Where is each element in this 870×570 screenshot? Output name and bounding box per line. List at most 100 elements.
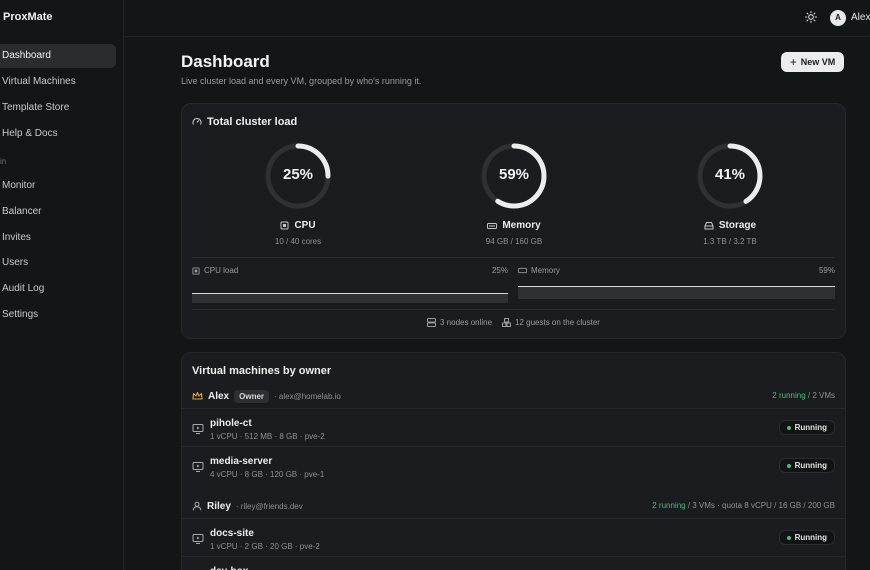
memory-sub: 94 GB / 160 GB	[485, 237, 543, 246]
storage-sub: 1.3 TB / 3.2 TB	[703, 237, 757, 246]
sidebar-item-invites[interactable]: Invites	[0, 226, 116, 250]
avatar[interactable]: A	[830, 10, 846, 26]
cpu-gauge-value: 25%	[282, 166, 314, 183]
storage-label: Storage	[670, 220, 790, 231]
sidebar-item-users[interactable]: Users	[0, 251, 116, 275]
owner-vm-count: / 2 VMs	[805, 391, 835, 400]
sidebar-item-dashboard[interactable]: Dashboard	[0, 44, 116, 68]
monitor-icon	[192, 423, 204, 435]
status-text: Running	[794, 533, 827, 542]
vm-row[interactable]: docs-site 1 vCPU · 2 GB · 20 GB · pve-2 …	[182, 518, 845, 556]
status-badge: Running	[778, 458, 835, 473]
nodes-online: 3 nodes online	[427, 318, 492, 327]
memory-load-label: Memory	[518, 266, 560, 275]
vms-by-owner-title: Virtual machines by owner	[192, 365, 332, 377]
owner-header: Alex Owner · alex@homelab.io 2 running /…	[192, 388, 835, 404]
brand-logo[interactable]: ProxMate	[3, 11, 53, 23]
sidebar-item-monitor[interactable]: Monitor	[0, 174, 116, 198]
memory-label: Memory	[454, 220, 574, 231]
cpu-load-text: CPU load	[204, 266, 239, 275]
sidebar-item-virtual-machines[interactable]: Virtual Machines	[0, 70, 116, 94]
owner-name: Alex	[208, 390, 230, 402]
cluster-load-title: Total cluster load	[207, 116, 298, 128]
status-dot-icon	[786, 535, 791, 540]
vm-row[interactable]: media-server 4 vCPU · 8 GB · 120 GB · pv…	[182, 446, 845, 484]
vm-name[interactable]: dev-box	[210, 566, 248, 570]
page-title: Dashboard	[181, 52, 270, 71]
plus-icon: +	[789, 55, 797, 69]
sidebar-item-settings[interactable]: Settings	[0, 303, 116, 327]
monitor-icon	[192, 461, 204, 473]
status-dot-icon	[786, 463, 791, 468]
server-icon	[427, 318, 436, 327]
cpu-icon	[280, 221, 289, 230]
cluster-load-card: Total cluster load 25% CPU 10 / 40 cores…	[181, 103, 846, 339]
vm-name[interactable]: pihole-ct	[210, 418, 252, 429]
cpu-load-sparkline	[192, 293, 508, 303]
vm-specs: 1 vCPU · 2 GB · 20 GB · pve-2	[210, 542, 320, 551]
divider	[192, 257, 835, 258]
gauge-icon	[192, 117, 202, 127]
guests-count-text: 12 guests on the cluster	[515, 318, 600, 327]
top-bar: A Alex	[124, 0, 870, 37]
cpu-icon	[192, 266, 200, 275]
divider	[192, 309, 835, 310]
vm-row[interactable]: dev-box	[182, 556, 845, 570]
cpu-sub: 10 / 40 cores	[274, 237, 322, 246]
owner-email: · riley@friends.dev	[235, 501, 303, 511]
memory-load-value: 59%	[818, 266, 835, 275]
vm-specs: 1 vCPU · 512 MB · 8 GB · pve-2	[210, 432, 325, 441]
owner-header: Riley · riley@friends.dev 2 running / 3 …	[192, 498, 835, 514]
boxes-icon	[502, 318, 511, 327]
storage-icon	[704, 221, 714, 230]
memory-load-text: Memory	[531, 266, 560, 275]
memory-load-sparkline	[518, 286, 835, 299]
status-text: Running	[794, 461, 827, 470]
memory-icon	[518, 267, 527, 274]
vm-row[interactable]: pihole-ct 1 vCPU · 512 MB · 8 GB · pve-2…	[182, 408, 845, 446]
sidebar-item-balancer[interactable]: Balancer	[0, 200, 116, 224]
sidebar: ProxMate Dashboard Virtual Machines Temp…	[0, 0, 124, 570]
status-dot-icon	[786, 425, 791, 430]
storage-gauge-value: 41%	[714, 166, 746, 183]
sun-icon[interactable]	[804, 10, 818, 24]
sidebar-group-admin: in	[0, 157, 7, 166]
sidebar-item-help-docs[interactable]: Help & Docs	[0, 122, 116, 146]
new-vm-button[interactable]: + New VM	[781, 52, 844, 72]
guests-count: 12 guests on the cluster	[502, 318, 600, 327]
memory-gauge: 59%	[480, 142, 548, 210]
vm-name[interactable]: docs-site	[210, 528, 254, 539]
cpu-load-label: CPU load	[192, 266, 238, 275]
cpu-load-value: 25%	[491, 266, 508, 275]
page-subtitle: Live cluster load and every VM, grouped …	[181, 76, 422, 86]
memory-label-text: Memory	[502, 220, 541, 231]
owner-name: Riley	[207, 500, 231, 512]
owner-email: · alex@homelab.io	[274, 391, 341, 401]
vm-specs: 4 vCPU · 8 GB · 120 GB · pve-1	[210, 470, 325, 479]
status-badge: Running	[778, 530, 835, 545]
vm-name[interactable]: media-server	[210, 456, 272, 467]
sidebar-item-template-store[interactable]: Template Store	[0, 96, 116, 120]
storage-gauge: 41%	[696, 142, 764, 210]
memory-gauge-value: 59%	[498, 166, 530, 183]
owner-stats: 2 running / 3 VMs · quota 8 vCPU / 16 GB…	[652, 501, 835, 510]
memory-icon	[487, 222, 498, 230]
monitor-icon	[192, 533, 204, 545]
nodes-online-text: 3 nodes online	[440, 318, 493, 327]
sidebar-item-audit-log[interactable]: Audit Log	[0, 277, 116, 301]
status-badge: Running	[778, 420, 835, 435]
owner-badge: Owner	[234, 389, 270, 403]
owner-stats: 2 running / 2 VMs	[772, 391, 835, 400]
cpu-label: CPU	[238, 220, 358, 231]
cpu-gauge: 25%	[264, 142, 332, 210]
crown-icon	[192, 391, 203, 401]
status-text: Running	[794, 423, 827, 432]
owner-running-count: 2 running	[652, 501, 686, 510]
vms-by-owner-card: Virtual machines by owner Alex Owner · a…	[181, 352, 846, 570]
storage-label-text: Storage	[718, 220, 757, 231]
owner-vm-count: / 3 VMs · quota 8 vCPU / 16 GB / 200 GB	[685, 501, 835, 510]
cpu-label-text: CPU	[294, 220, 316, 231]
new-vm-label: New VM	[800, 57, 836, 67]
user-icon	[192, 501, 202, 511]
user-name[interactable]: Alex	[851, 12, 870, 23]
